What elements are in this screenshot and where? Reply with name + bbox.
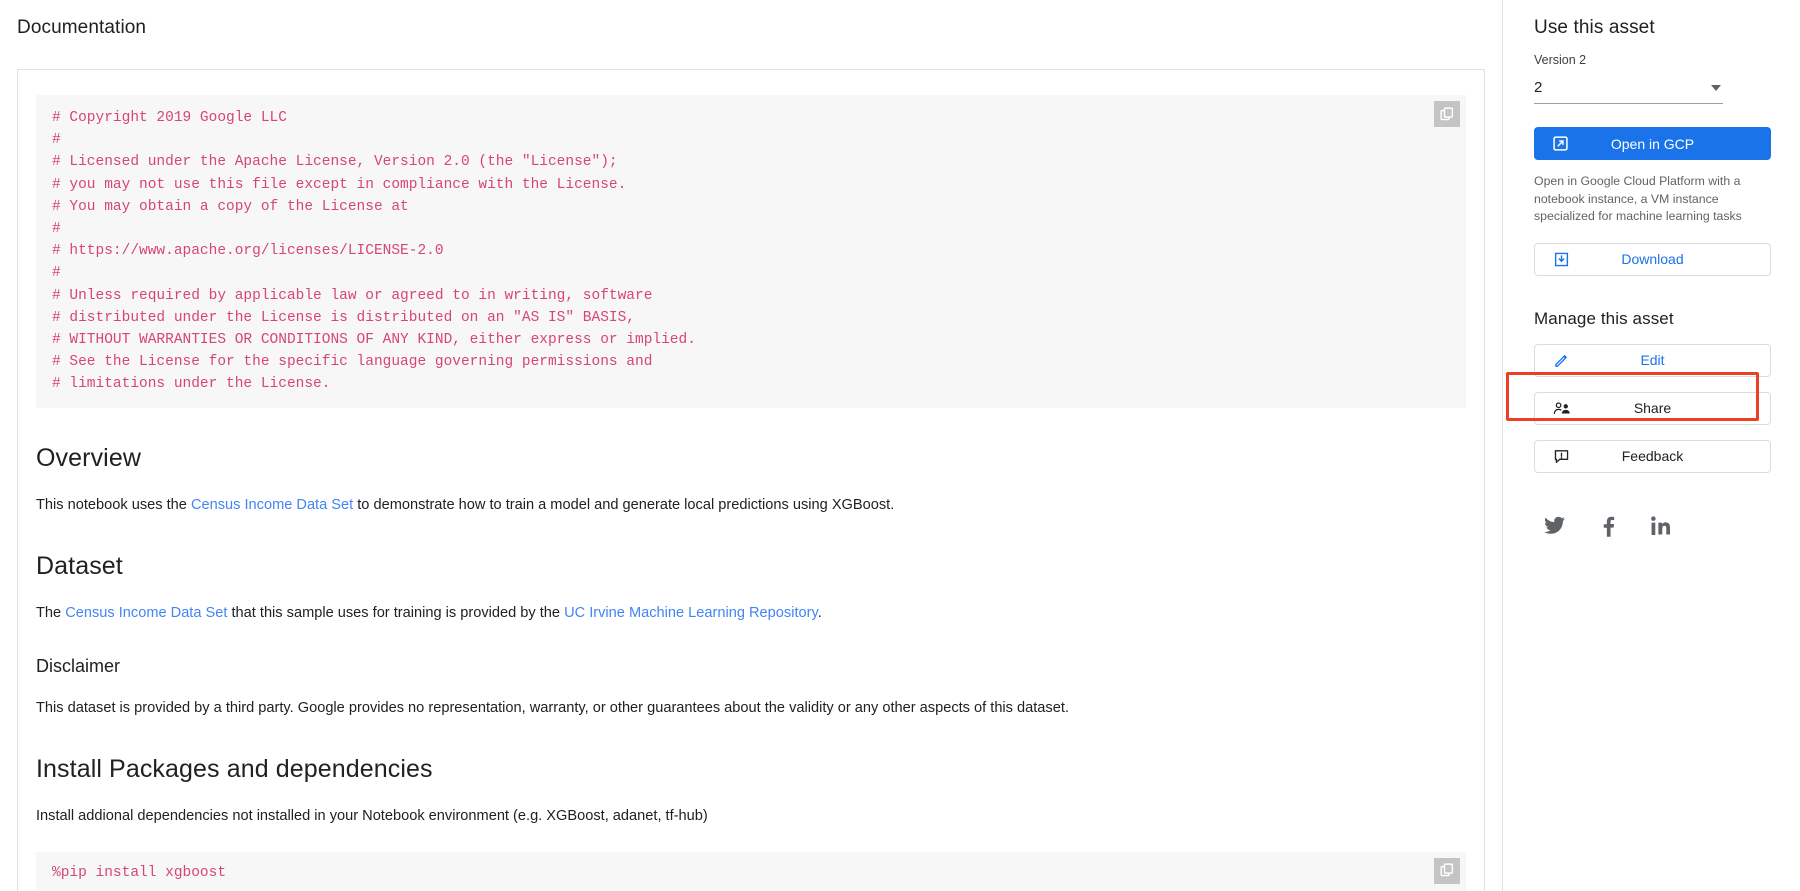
uci-ml-repository-link[interactable]: UC Irvine Machine Learning Repository (564, 605, 818, 621)
install-paragraph: Install addional dependencies not instal… (36, 807, 708, 824)
edit-button[interactable]: Edit (1534, 343, 1771, 377)
dataset-text-3: . (817, 604, 822, 621)
page-root: Documentation # Copyright 2019 Google LL… (0, 0, 1800, 891)
dataset-heading: Dataset (36, 551, 123, 580)
open-in-gcp-helper-text: Open in Google Cloud Platform with a not… (1534, 174, 1742, 223)
asset-sidebar: Use this asset Version 2 2 Open in GCP O… (1503, 0, 1799, 891)
dataset-text-2: that this sample uses for training is pr… (227, 604, 565, 621)
page-title: Documentation (17, 17, 147, 38)
census-income-data-set-link[interactable]: Census Income Data Set (191, 497, 353, 513)
feedback-button[interactable]: Feedback (1534, 439, 1771, 473)
overview-text-2: to demonstrate how to train a model and … (353, 496, 895, 513)
census-income-data-set-link-2[interactable]: Census Income Data Set (65, 605, 227, 621)
edit-label: Edit (1640, 352, 1665, 368)
social-share-row (1534, 516, 1777, 537)
version-select[interactable]: 2 (1534, 79, 1723, 104)
version-select-value: 2 (1534, 79, 1543, 96)
dataset-text-1: The (36, 604, 66, 621)
documentation-column: Documentation # Copyright 2019 Google LL… (0, 0, 1503, 891)
copy-icon[interactable] (1434, 857, 1460, 884)
share-person-icon (1553, 400, 1571, 417)
linkedin-icon[interactable] (1651, 516, 1671, 536)
documentation-body: Overview This notebook uses the Census I… (18, 444, 1484, 827)
copy-icon[interactable] (1434, 101, 1460, 127)
overview-text-1: This notebook uses the (36, 496, 191, 513)
version-label: Version 2 (1534, 53, 1587, 67)
use-this-asset-heading: Use this asset (1534, 17, 1655, 38)
overview-paragraph: This notebook uses the Census Income Dat… (36, 494, 1466, 516)
share-label: Share (1633, 400, 1672, 416)
feedback-label: Feedback (1621, 448, 1684, 464)
disclaimer-heading: Disclaimer (36, 655, 121, 676)
twitter-icon[interactable] (1544, 516, 1566, 536)
open-in-gcp-label: Open in GCP (1610, 135, 1695, 152)
download-label: Download (1621, 251, 1684, 267)
feedback-icon (1553, 448, 1570, 465)
manage-this-asset-heading: Manage this asset (1534, 308, 1674, 328)
license-code-text: # Copyright 2019 Google LLC # # Licensed… (52, 110, 696, 393)
facebook-icon[interactable] (1602, 516, 1615, 537)
open-in-gcp-button[interactable]: Open in GCP (1534, 127, 1771, 160)
overview-heading: Overview (36, 443, 141, 472)
pencil-icon (1553, 352, 1570, 369)
pip-install-code-text: %pip install xgboost (52, 864, 227, 881)
install-heading: Install Packages and dependencies (36, 754, 433, 783)
pip-install-code-block: %pip install xgboost (36, 851, 1466, 891)
share-button[interactable]: Share (1534, 391, 1771, 425)
download-button[interactable]: Download (1534, 242, 1771, 276)
dataset-paragraph: The Census Income Data Set that this sam… (36, 602, 1466, 624)
external-link-icon (1552, 135, 1569, 152)
chevron-down-icon (1711, 84, 1721, 91)
documentation-card: # Copyright 2019 Google LLC # # Licensed… (17, 69, 1485, 891)
disclaimer-paragraph: This dataset is provided by a third part… (36, 699, 1069, 716)
download-icon (1553, 251, 1570, 268)
license-code-block: # Copyright 2019 Google LLC # # Licensed… (36, 95, 1466, 408)
